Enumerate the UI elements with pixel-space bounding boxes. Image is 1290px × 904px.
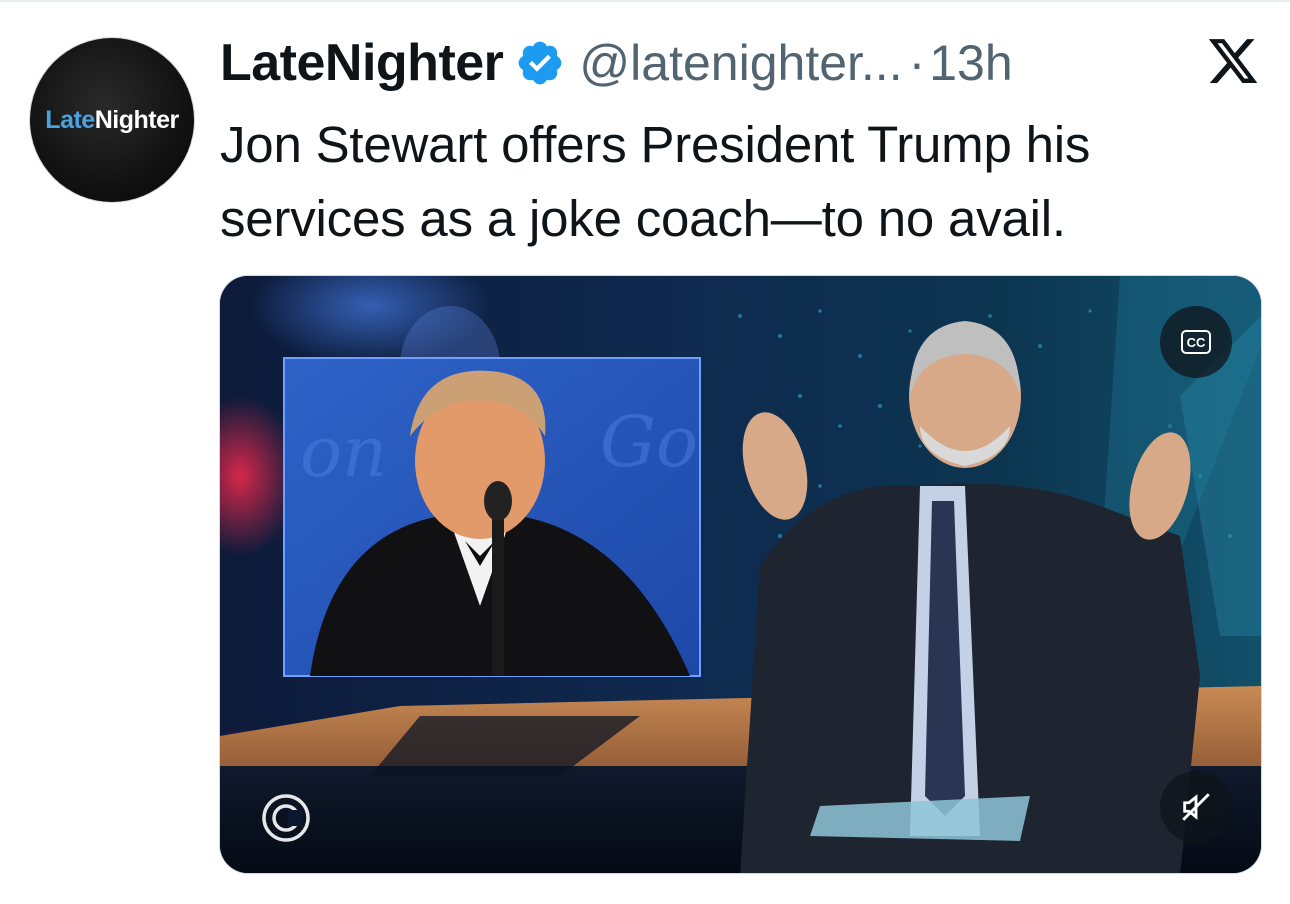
tweet-text-line-1: Jon Stewart offers President Trump his — [220, 116, 1091, 173]
x-logo-icon[interactable] — [1206, 34, 1260, 88]
comedy-central-logo-icon — [258, 790, 314, 846]
speaker-muted-icon — [1182, 793, 1210, 821]
mute-button[interactable] — [1160, 771, 1232, 843]
captions-button[interactable]: CC — [1160, 306, 1232, 378]
avatar-logo: Late Nighter — [45, 105, 180, 135]
tweet-header: LateNighter @latenighter... · 13h — [220, 30, 1270, 96]
closed-captions-icon: CC — [1181, 330, 1211, 354]
avatar-logo-part2: Nighter — [94, 105, 180, 134]
author-handle[interactable]: @latenighter... — [579, 34, 902, 92]
author-avatar[interactable]: Late Nighter — [30, 38, 194, 202]
tweet-text: Jon Stewart offers President Trump his s… — [220, 108, 1270, 256]
author-display-name[interactable]: LateNighter — [220, 33, 504, 93]
top-divider — [0, 0, 1290, 2]
svg-text:on: on — [300, 411, 387, 493]
svg-text:Go: Go — [600, 401, 698, 483]
tweet-card[interactable]: Late Nighter LateNighter @latenighter... … — [0, 0, 1290, 904]
tweet-text-line-2: services as a joke coach—to no avail. — [220, 190, 1066, 247]
separator-dot: · — [908, 35, 926, 91]
video-player[interactable]: on Go CC — [220, 276, 1261, 873]
video-frame: on Go — [220, 276, 1261, 873]
tweet-timestamp[interactable]: 13h — [929, 34, 1012, 92]
verified-badge-icon[interactable] — [515, 38, 565, 88]
avatar-logo-part1: Late — [45, 105, 95, 134]
